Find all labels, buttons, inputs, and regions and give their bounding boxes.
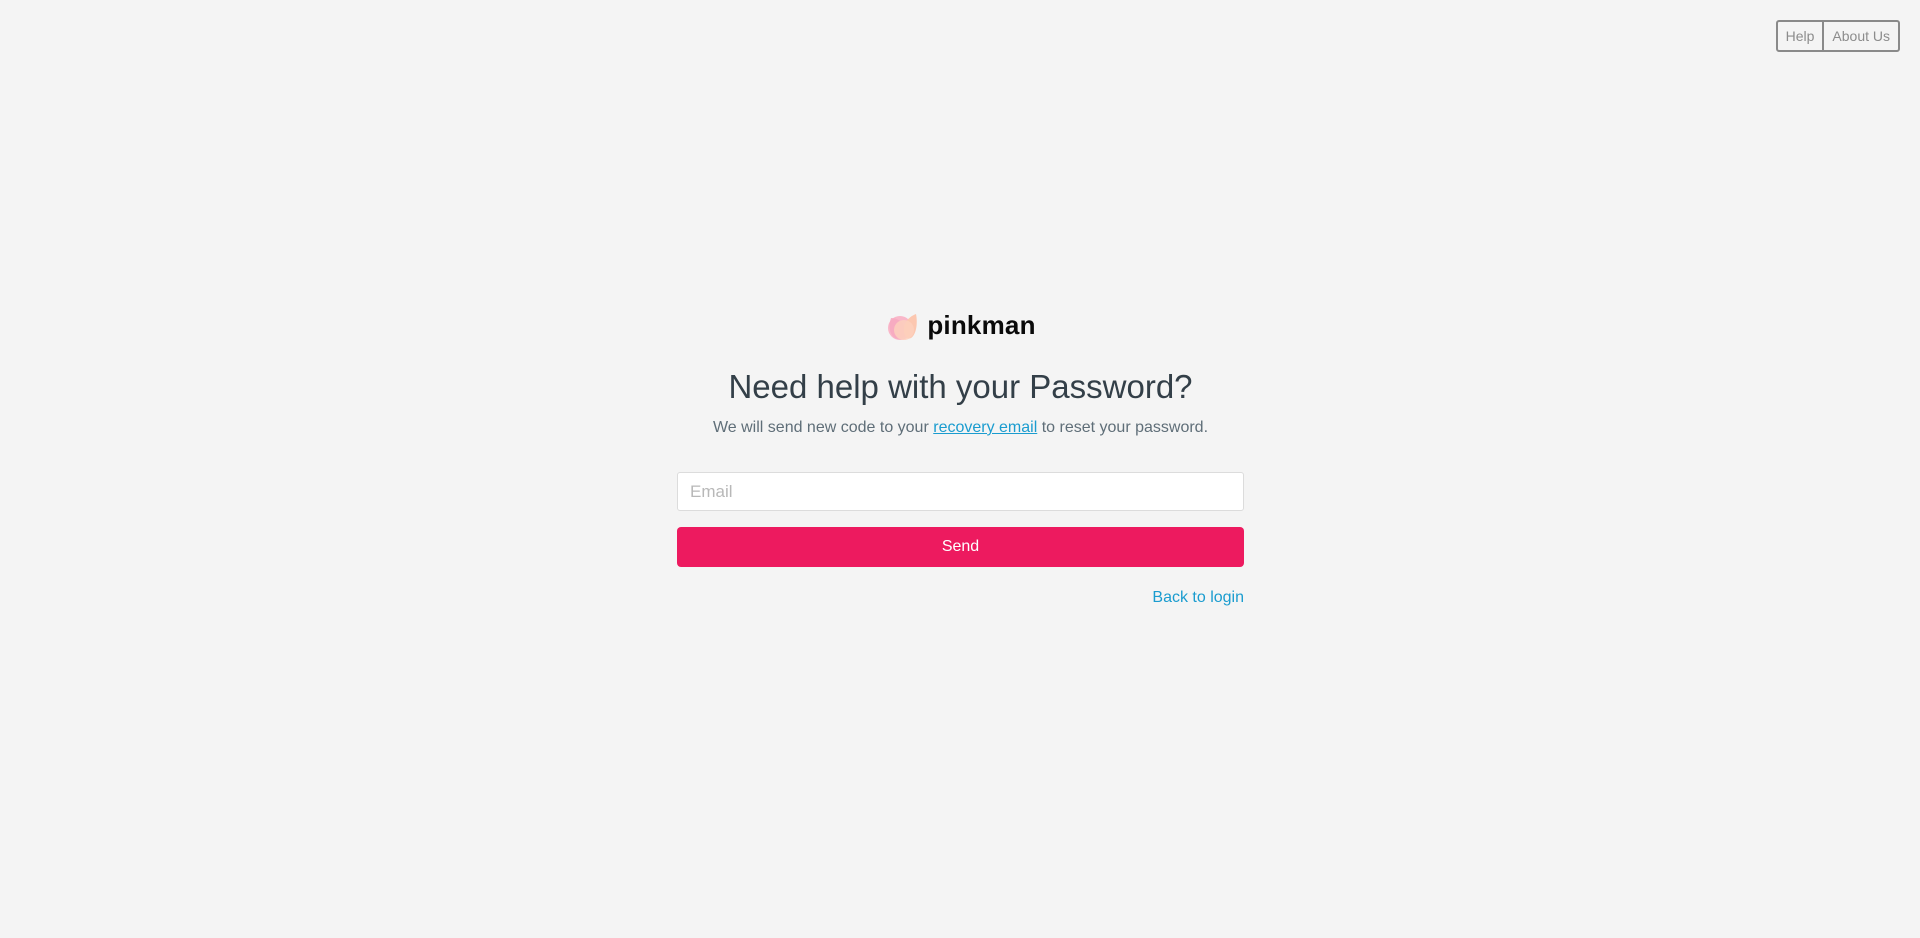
send-button[interactable]: Send xyxy=(677,527,1244,567)
page-title: Need help with your Password? xyxy=(728,368,1193,405)
help-button[interactable]: Help xyxy=(1778,22,1823,50)
back-to-login-link[interactable]: Back to login xyxy=(1152,589,1244,607)
back-row: Back to login xyxy=(677,589,1244,607)
subtitle-text-before: We will send new code to your xyxy=(712,419,934,436)
email-input[interactable] xyxy=(677,472,1244,511)
password-recovery-panel: pinkman Need help with your Password? We… xyxy=(677,305,1244,607)
subtitle-text-after: to reset your password. xyxy=(1037,419,1209,436)
about-us-button[interactable]: About Us xyxy=(1822,22,1898,50)
brand: pinkman xyxy=(885,305,1035,345)
pinkman-logo-icon xyxy=(888,314,918,340)
brand-name: pinkman xyxy=(927,309,1036,340)
top-nav: Help About Us xyxy=(1775,20,1900,52)
page-subtitle: We will send new code to your recovery e… xyxy=(713,417,1208,439)
recovery-email-link[interactable]: recovery email xyxy=(933,419,1037,436)
